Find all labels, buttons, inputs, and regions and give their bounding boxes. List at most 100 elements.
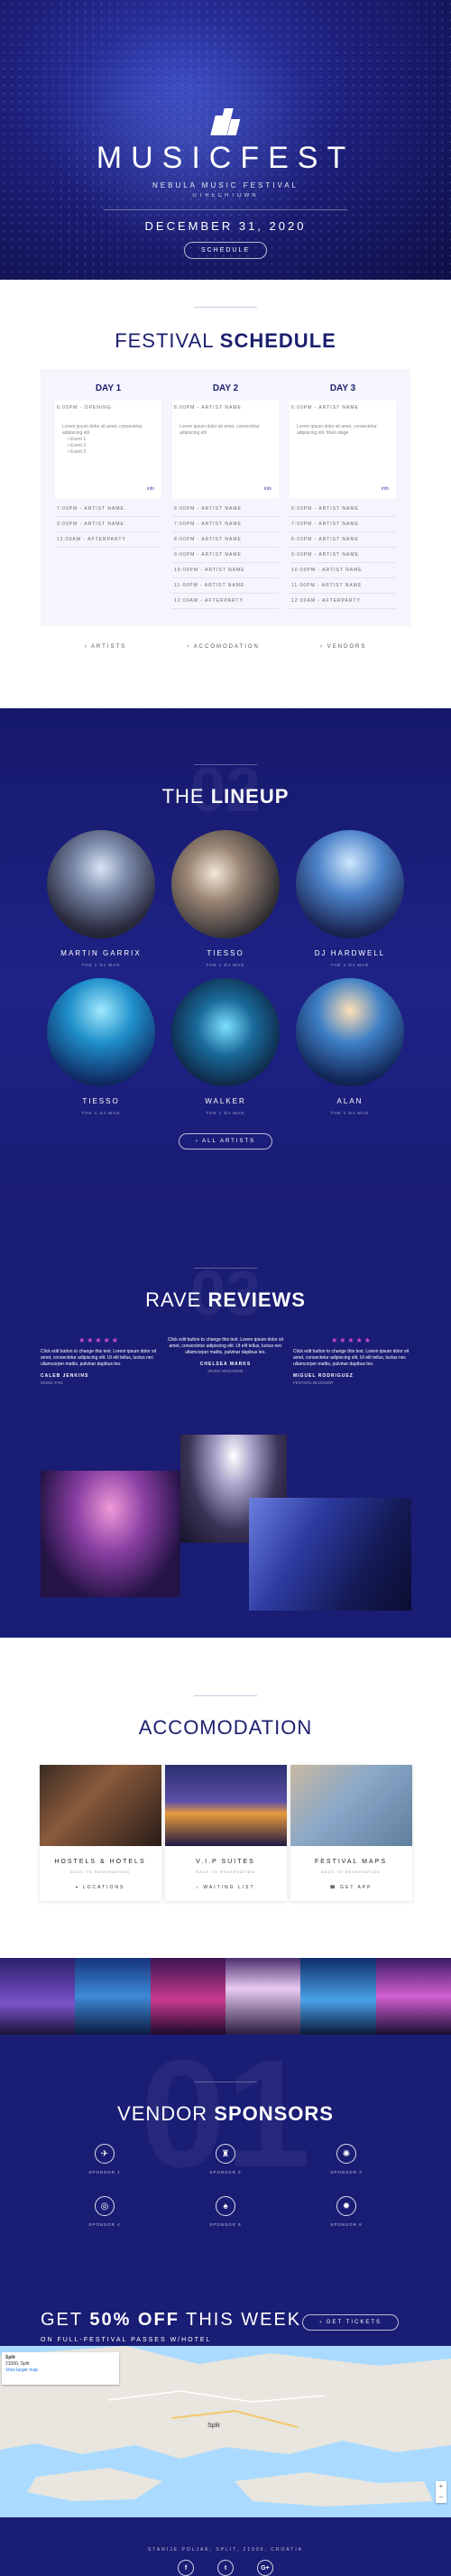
strip-photo: [300, 1958, 376, 2035]
artist-card[interactable]: DJ HARDWELL THE 1 DJ MAG: [296, 830, 404, 967]
artist-photo: [47, 978, 155, 1086]
accomodation-cards: HOSTELS & HOTELS BACK TO RESERVATION ⌖ LOC…: [0, 1765, 451, 1901]
slot-more-link[interactable]: info: [382, 486, 389, 493]
rating-stars-icon: ★★★★★: [331, 1336, 373, 1344]
strip-photo: [225, 1958, 301, 2035]
schedule-slot[interactable]: 12:00AM - AFTERPARTY: [290, 594, 396, 609]
artist-role: THE 1 DJ MAG: [206, 1111, 245, 1115]
schedule-link[interactable]: › VENDORS: [320, 644, 366, 650]
card-link[interactable]: ♪ WAITING LIST: [165, 1885, 287, 1890]
reviews-section: 03 RAVE REVIEWS ★★★★★ Click edit button t…: [0, 1214, 451, 1638]
schedule-section: FESTIVAL SCHEDULE DAY 1 6:00PM - OPENING L…: [0, 280, 451, 708]
accomodation-photo: [164, 1765, 287, 1846]
schedule-slot[interactable]: 12:00AM - AFTERPARTY: [55, 532, 161, 548]
slot-bullet: • Event 3: [68, 449, 87, 455]
card-title: V.I.P SUITES: [196, 1859, 255, 1865]
schedule-slot[interactable]: 9:00PM - ARTIST NAME: [55, 517, 161, 532]
artist-card[interactable]: MARTIN GARRIX THE 1 DJ MAG: [47, 830, 155, 967]
slot-bullet: • Event 2: [68, 443, 87, 448]
slot-detail: Lorem ipsum dolor sit amet, consectetur …: [55, 415, 161, 498]
artist-card[interactable]: TIESSO THE 1 DJ MAG: [171, 830, 280, 967]
map-city-label: Split: [207, 2423, 220, 2429]
map-zoom-control: + −: [436, 2481, 446, 2503]
review-list: ★★★★★ Click edit button to change this te…: [41, 1337, 410, 1386]
sponsor-name: SPONSOR 6: [330, 2222, 363, 2227]
artist-card[interactable]: ALAN THE 1 DJ MAG: [296, 978, 404, 1115]
schedule-slot[interactable]: 8:00PM - ARTIST NAME: [290, 532, 396, 548]
schedule-slot[interactable]: 10:00PM - ARTIST NAME: [290, 563, 396, 578]
schedule-slot-open[interactable]: 6:00PM - ARTIST NAME: [290, 401, 396, 415]
zoom-in-button[interactable]: +: [436, 2481, 446, 2492]
accomodation-section: ACCOMODATION HOSTELS & HOTELS BACK TO RES…: [0, 1638, 451, 1958]
strip-photo: [75, 1958, 151, 2035]
artist-name: TIESSO: [207, 949, 244, 957]
card-title: HOSTELS & HOTELS: [54, 1859, 146, 1865]
map-embed[interactable]: Split 21000, Split View larger map Split…: [0, 2346, 451, 2517]
rating-stars-icon: ★★★★★: [78, 1336, 120, 1344]
chevron-icon: ›: [319, 2320, 327, 2325]
schedule-link[interactable]: › ARTISTS: [85, 644, 127, 650]
schedule-slot[interactable]: 10:00PM - ARTIST NAME: [172, 563, 279, 578]
schedule-slot[interactable]: 7:00PM - ARTIST NAME: [55, 502, 161, 517]
artist-card[interactable]: TIESSO THE 1 DJ MAG: [47, 978, 155, 1115]
card-subtitle: BACK TO RESERVATION: [196, 1870, 255, 1874]
artist-name: MARTIN GARRIX: [60, 949, 142, 957]
card-link[interactable]: ⌖ LOCATIONS: [40, 1885, 161, 1890]
artist-name: DJ HARDWELL: [314, 949, 386, 957]
schedule-slot[interactable]: 7:00PM - ARTIST NAME: [290, 517, 396, 532]
section-number: 03: [190, 1258, 261, 1328]
sponsor-name: SPONSOR 4: [88, 2222, 121, 2227]
accomodation-card: FESTIVAL MAPS BACK TO RESERVATION ☎ GET AP…: [290, 1765, 412, 1901]
schedule-slot[interactable]: 9:00PM - ARTIST NAME: [290, 548, 396, 563]
schedule-day: DAY 2 6:00PM - ARTIST NAME Lorem ipsum dol…: [172, 383, 279, 626]
card-subtitle: BACK TO RESERVATION: [321, 1870, 381, 1874]
schedule-slot-open[interactable]: 6:00PM - OPENING: [55, 401, 161, 415]
schedule-slot[interactable]: 9:00PM - ARTIST NAME: [172, 548, 279, 563]
schedule-day: DAY 3 6:00PM - ARTIST NAME Lorem ipsum dol…: [290, 383, 396, 626]
get-tickets-button[interactable]: › GET TICKETS: [302, 2314, 399, 2331]
offer-section: GET 50% OFF THIS WEEK ON FULL-FESTIVAL P…: [0, 2310, 451, 2346]
slot-detail: Lorem ipsum dolor sit amet, consectetur …: [172, 415, 279, 498]
schedule-slot-open[interactable]: 6:00PM - ARTIST NAME: [172, 401, 279, 415]
schedule-slot[interactable]: 8:00PM - ARTIST NAME: [172, 532, 279, 548]
hero-subtitle: NEBULA MUSIC FESTIVAL: [152, 181, 299, 189]
facebook-icon[interactable]: f: [178, 2560, 194, 2576]
hero-title: MUSICFEST: [96, 141, 355, 175]
artist-card[interactable]: WALKER THE 1 DJ MAG: [171, 978, 280, 1115]
social-links: f t G+: [0, 2560, 451, 2576]
schedule-slot[interactable]: 12:00AM - AFTERPARTY: [172, 594, 279, 609]
artist-photo: [171, 830, 280, 938]
sponsor-icon: ◎: [95, 2196, 115, 2216]
twitter-icon[interactable]: t: [217, 2560, 234, 2576]
schedule-button[interactable]: SCHEDULE: [183, 242, 268, 259]
slot-bullet: • Event 1: [68, 437, 87, 442]
logo-icon: [210, 108, 241, 135]
review-card: Click edit button to change this text. L…: [167, 1337, 284, 1386]
schedule-slot[interactable]: 11:00PM - ARTIST NAME: [290, 578, 396, 594]
reviewer-role: MUSIC FAN: [41, 1380, 63, 1385]
accomodation-photo: [39, 1765, 161, 1846]
sponsor-name: SPONSOR 3: [330, 2170, 363, 2174]
google-plus-icon[interactable]: G+: [257, 2560, 273, 2576]
day-label: DAY 1: [95, 383, 122, 393]
schedule-slot[interactable]: 6:00PM - ARTIST NAME: [290, 502, 396, 517]
slot-detail: Lorem ipsum dolor sit amet, consectetur …: [290, 415, 396, 498]
slot-more-link[interactable]: info: [147, 486, 154, 493]
schedule-slot[interactable]: 11:00PM - ARTIST NAME: [172, 578, 279, 594]
schedule-slot[interactable]: 6:00PM - ARTIST NAME: [172, 502, 279, 517]
offer-title: GET 50% OFF THIS WEEK: [41, 2310, 302, 2330]
zoom-out-button[interactable]: −: [436, 2492, 446, 2503]
day-label: DAY 2: [212, 383, 239, 393]
view-larger-map-link[interactable]: View larger map: [5, 2368, 115, 2374]
slot-more-link[interactable]: info: [264, 486, 272, 493]
all-artists-button[interactable]: › ALL ARTISTS: [178, 1133, 273, 1150]
strip-photo: [0, 1958, 76, 2035]
offer-subtitle: ON FULL-FESTIVAL PASSES W/HOTEL: [41, 2337, 212, 2343]
schedule-link[interactable]: › ACCOMODATION: [187, 644, 260, 650]
schedule-slot[interactable]: 7:00PM - ARTIST NAME: [172, 517, 279, 532]
photo-strip: [0, 1958, 451, 2035]
card-link[interactable]: ☎ GET APP: [290, 1885, 412, 1890]
artist-role: THE 1 DJ MAG: [330, 1111, 370, 1115]
schedule-day: DAY 1 6:00PM - OPENING Lorem ipsum dolor s…: [55, 383, 161, 626]
review-text: Click edit button to change this text. L…: [41, 1349, 157, 1367]
